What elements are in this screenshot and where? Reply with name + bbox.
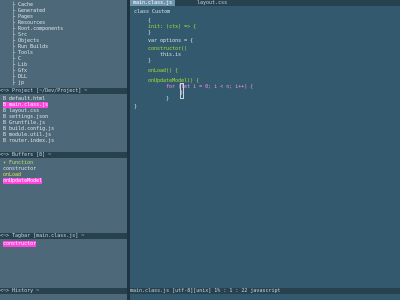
code-line[interactable]: }: [166, 96, 169, 102]
tagbar-status-text: <~> Tagbar [main.class.js] ~: [0, 233, 85, 239]
fold-marker: [180, 83, 184, 99]
tab-layout-css[interactable]: layout.css: [194, 0, 230, 6]
code-line[interactable]: }: [148, 58, 151, 64]
tab-bar: main.class.js layout.css: [130, 0, 400, 6]
editor-status-text: main.class.js [utf-8][unix] 1% : 1 : 22 …: [130, 288, 281, 294]
tab-main-class[interactable]: main.class.js: [130, 0, 176, 6]
sessions-statusbar: <~> History ~: [0, 288, 127, 294]
tree-status-text: <~> Project [~/Dev/Project] ~: [0, 88, 88, 94]
code-line[interactable]: var options = {: [148, 38, 193, 44]
code-line[interactable]: class Custom: [134, 9, 170, 15]
code-line[interactable]: }: [134, 104, 137, 110]
buffers-statusbar: <~> Buffers [8] ~: [0, 152, 127, 158]
tab-label: main.class.js: [133, 0, 173, 6]
tagbar-statusbar: <~> Tagbar [main.class.js] ~: [0, 233, 127, 239]
code-editor[interactable]: [130, 0, 400, 300]
file-sidebar: ├ Cache ├ Generated ├ Pages ├ Resources ├ Ro…: [0, 0, 127, 300]
buffers-status-text: <~> Buffers [8] ~: [0, 152, 52, 158]
tree-statusbar: <~> Project [~/Dev/Project] ~: [0, 88, 127, 94]
sessions-status-text: <~> History ~: [0, 288, 40, 294]
code-line[interactable]: this.is: [160, 52, 181, 58]
editor-statusbar: main.class.js [utf-8][unix] 1% : 1 : 22 …: [130, 288, 400, 294]
tree-item[interactable]: ├ jp: [12, 80, 24, 86]
tab-label: layout.css: [197, 0, 228, 6]
code-line[interactable]: onLoad() {: [148, 68, 178, 74]
tag-item[interactable]: onUpdateModel: [3, 178, 43, 184]
code-line[interactable]: init: (ctx) => {: [148, 24, 196, 30]
code-line[interactable]: }: [148, 30, 151, 36]
buffer-item[interactable]: B router.index.js: [3, 138, 54, 144]
tag-item-2[interactable]: constructor: [3, 241, 37, 247]
